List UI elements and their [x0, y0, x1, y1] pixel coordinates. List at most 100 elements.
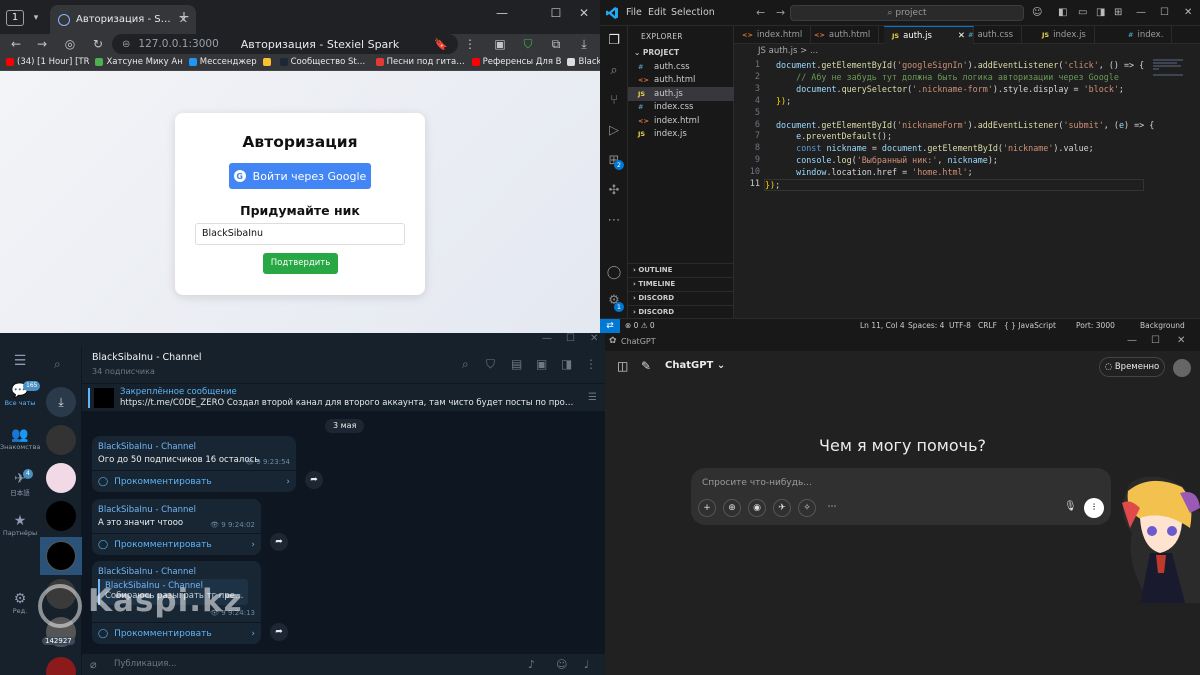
boost-icon[interactable]: ⛉ — [486, 357, 495, 372]
chat-avatar[interactable] — [46, 657, 76, 675]
menu-file[interactable]: File — [626, 7, 642, 18]
run-debug-icon[interactable]: ▷ — [605, 122, 623, 140]
command-center-search[interactable]: ⌕ project — [790, 5, 1024, 21]
confirm-button[interactable]: Подтвердить — [263, 253, 338, 274]
temporary-chat-button[interactable]: ◌ Временно — [1099, 357, 1165, 377]
bookmark-star-icon[interactable]: 🔖 — [434, 38, 448, 51]
toggle-secondary-icon[interactable]: ◨ — [1096, 7, 1105, 18]
line-ending[interactable]: CRLF — [978, 321, 997, 330]
extensions-puzzle-icon[interactable]: ⧉ — [548, 36, 564, 52]
editor-tab-auth-html[interactable]: <> auth.html — [806, 26, 880, 44]
browser-tab-active[interactable]: Авторизация - Stexiel S ✕ — [50, 5, 196, 34]
reasoning-bulb-icon[interactable]: ◉ — [748, 499, 766, 517]
comment-button[interactable]: ◯ Прокомментировать › — [92, 470, 296, 492]
minimize-button[interactable]: — — [1127, 335, 1137, 346]
shield-icon[interactable]: ◎ — [62, 36, 78, 52]
message-bubble[interactable]: BlackSibaInu - Channel Ого до 50 подписч… — [92, 436, 296, 492]
layout-icon[interactable]: ⊞ — [1114, 7, 1122, 18]
explorer-file-index-css[interactable]: # index.css — [628, 101, 734, 115]
bookmark-item[interactable]: (34) [1 Hour] [TR — [6, 57, 89, 67]
user-avatar[interactable] — [1173, 359, 1191, 377]
minimize-button[interactable]: — — [492, 6, 512, 20]
maximize-button[interactable]: ☐ — [566, 333, 575, 344]
channel-title[interactable]: BlackSibaInu - Channel — [92, 352, 202, 363]
back-arrow-icon[interactable]: ← — [8, 36, 24, 52]
editor-tab-index-[interactable]: # index. — [1120, 26, 1173, 44]
minimap[interactable] — [1153, 58, 1193, 78]
microphone-icon[interactable]: 🎙 — [1064, 501, 1077, 512]
editor-tab-index-js[interactable]: JS index.js — [1034, 26, 1095, 44]
sidebar-toggle-icon[interactable]: ◨ — [561, 357, 572, 371]
google-signin-button[interactable]: G Войти через Google — [229, 163, 371, 189]
prompt-input[interactable]: Спросите что-нибудь... — [702, 478, 812, 488]
cursor-position[interactable]: Ln 11, Col 4 — [860, 321, 905, 330]
copilot-icon[interactable]: ☺ — [1032, 7, 1042, 18]
folder-4[interactable]: ⚙ Ред. — [0, 591, 40, 615]
site-info-icon[interactable]: ⊜ — [122, 39, 130, 50]
hamburger-menu-icon[interactable]: ☰ — [0, 353, 40, 369]
bookmark-item[interactable]: Мессенджер — [188, 57, 257, 67]
source-control-icon[interactable]: ⑂ — [605, 92, 623, 110]
nav-back-icon[interactable]: ← — [756, 6, 765, 19]
folder-2[interactable]: ✈ 日本語 — [0, 471, 40, 497]
explorer-file-auth-html[interactable]: <> auth.html — [628, 74, 734, 88]
pinned-message[interactable]: Закреплённое сообщение https://t.me/C0DE… — [82, 383, 605, 411]
microphone-icon[interactable]: ♩ — [584, 658, 589, 671]
notifications-bell-icon[interactable]: ♪ — [528, 658, 535, 671]
port-indicator[interactable]: Port: 3000 — [1076, 321, 1115, 330]
more-vertical-icon[interactable]: ⋮ — [585, 357, 597, 371]
chat-avatar[interactable] — [46, 425, 76, 455]
folder-1[interactable]: 👥 Знакомства — [0, 427, 40, 451]
minimize-button[interactable]: — — [542, 333, 552, 344]
toggle-panel-icon[interactable]: ▭ — [1078, 7, 1087, 18]
explorer-section-discord[interactable]: › DISCORD — [628, 291, 734, 305]
tab-search-button[interactable]: ▾ — [28, 10, 44, 26]
forward-button[interactable]: ➦ — [270, 623, 288, 641]
close-window-button[interactable]: ✕ — [590, 333, 598, 344]
explorer-file-auth-js[interactable]: JS auth.js — [628, 87, 734, 101]
stats-icon[interactable]: ▤ — [511, 357, 522, 371]
pinned-list-icon[interactable]: ☰ — [588, 392, 597, 403]
explorer-file-index-html[interactable]: <> index.html — [628, 114, 734, 128]
explorer-section-timeline[interactable]: › TIMELINE — [628, 277, 734, 291]
editor-tab-auth-css[interactable]: # auth.css — [960, 26, 1023, 44]
close-window-button[interactable]: ✕ — [1184, 7, 1192, 18]
bookmark-item[interactable]: BlackS — [567, 57, 600, 67]
bookmark-item[interactable]: Сообщество Steam — [279, 57, 370, 67]
explorer-section-outline[interactable]: › OUTLINE — [628, 263, 734, 277]
more-icon[interactable]: ⋯ — [605, 212, 623, 230]
menu-dots-icon[interactable]: ⋮ — [462, 36, 478, 52]
search-icon[interactable]: ⌕ — [54, 357, 61, 372]
chat-avatar[interactable] — [46, 501, 76, 531]
breadcrumb[interactable]: JS auth.js > ... — [734, 46, 818, 56]
emoji-icon[interactable]: ☺ — [556, 658, 567, 671]
deep-research-icon[interactable]: ✈ — [773, 499, 791, 517]
compose-input[interactable]: Публикация... — [114, 659, 177, 669]
adblock-icon[interactable]: ⛉ — [520, 36, 536, 52]
forward-arrow-icon[interactable]: → — [34, 36, 50, 52]
search-icon[interactable]: ⌕ — [462, 357, 469, 372]
download-icon[interactable]: ⤓ — [576, 36, 592, 52]
indentation[interactable]: Spaces: 4 — [908, 321, 944, 330]
address-bar[interactable]: ⊜ 127.0.0.1:3000 Авторизация - Stexiel S… — [112, 34, 458, 54]
comment-button[interactable]: ◯ Прокомментировать › — [92, 533, 261, 555]
nav-forward-icon[interactable]: → — [776, 6, 785, 19]
encoding[interactable]: UTF-8 — [949, 321, 971, 330]
maximize-button[interactable]: ☐ — [1151, 335, 1160, 346]
menu-selection[interactable]: Selection — [671, 7, 715, 18]
maximize-button[interactable]: ☐ — [546, 6, 566, 20]
attach-icon[interactable]: ⌀ — [90, 658, 97, 671]
search-icon[interactable]: ⌕ — [605, 62, 623, 80]
chat-avatar[interactable] — [46, 463, 76, 493]
forward-button[interactable]: ➦ — [305, 471, 323, 489]
message-bubble[interactable]: BlackSibaInu - Channel А это значит чтоо… — [92, 499, 261, 555]
bookmark-item[interactable] — [262, 58, 274, 66]
account-icon[interactable]: ◯ — [605, 264, 623, 282]
bookmark-item[interactable]: Референсы Для В — [471, 57, 561, 67]
bookmark-item[interactable]: Хатсуне Мику Ан — [95, 57, 183, 67]
add-attachment-icon[interactable]: + — [698, 499, 716, 517]
comment-button[interactable]: ◯ Прокомментировать › — [92, 622, 261, 644]
nickname-input[interactable]: BlackSibaInu — [195, 223, 405, 245]
forward-button[interactable]: ➦ — [270, 533, 288, 551]
workspace-button[interactable]: 1 — [6, 10, 24, 26]
